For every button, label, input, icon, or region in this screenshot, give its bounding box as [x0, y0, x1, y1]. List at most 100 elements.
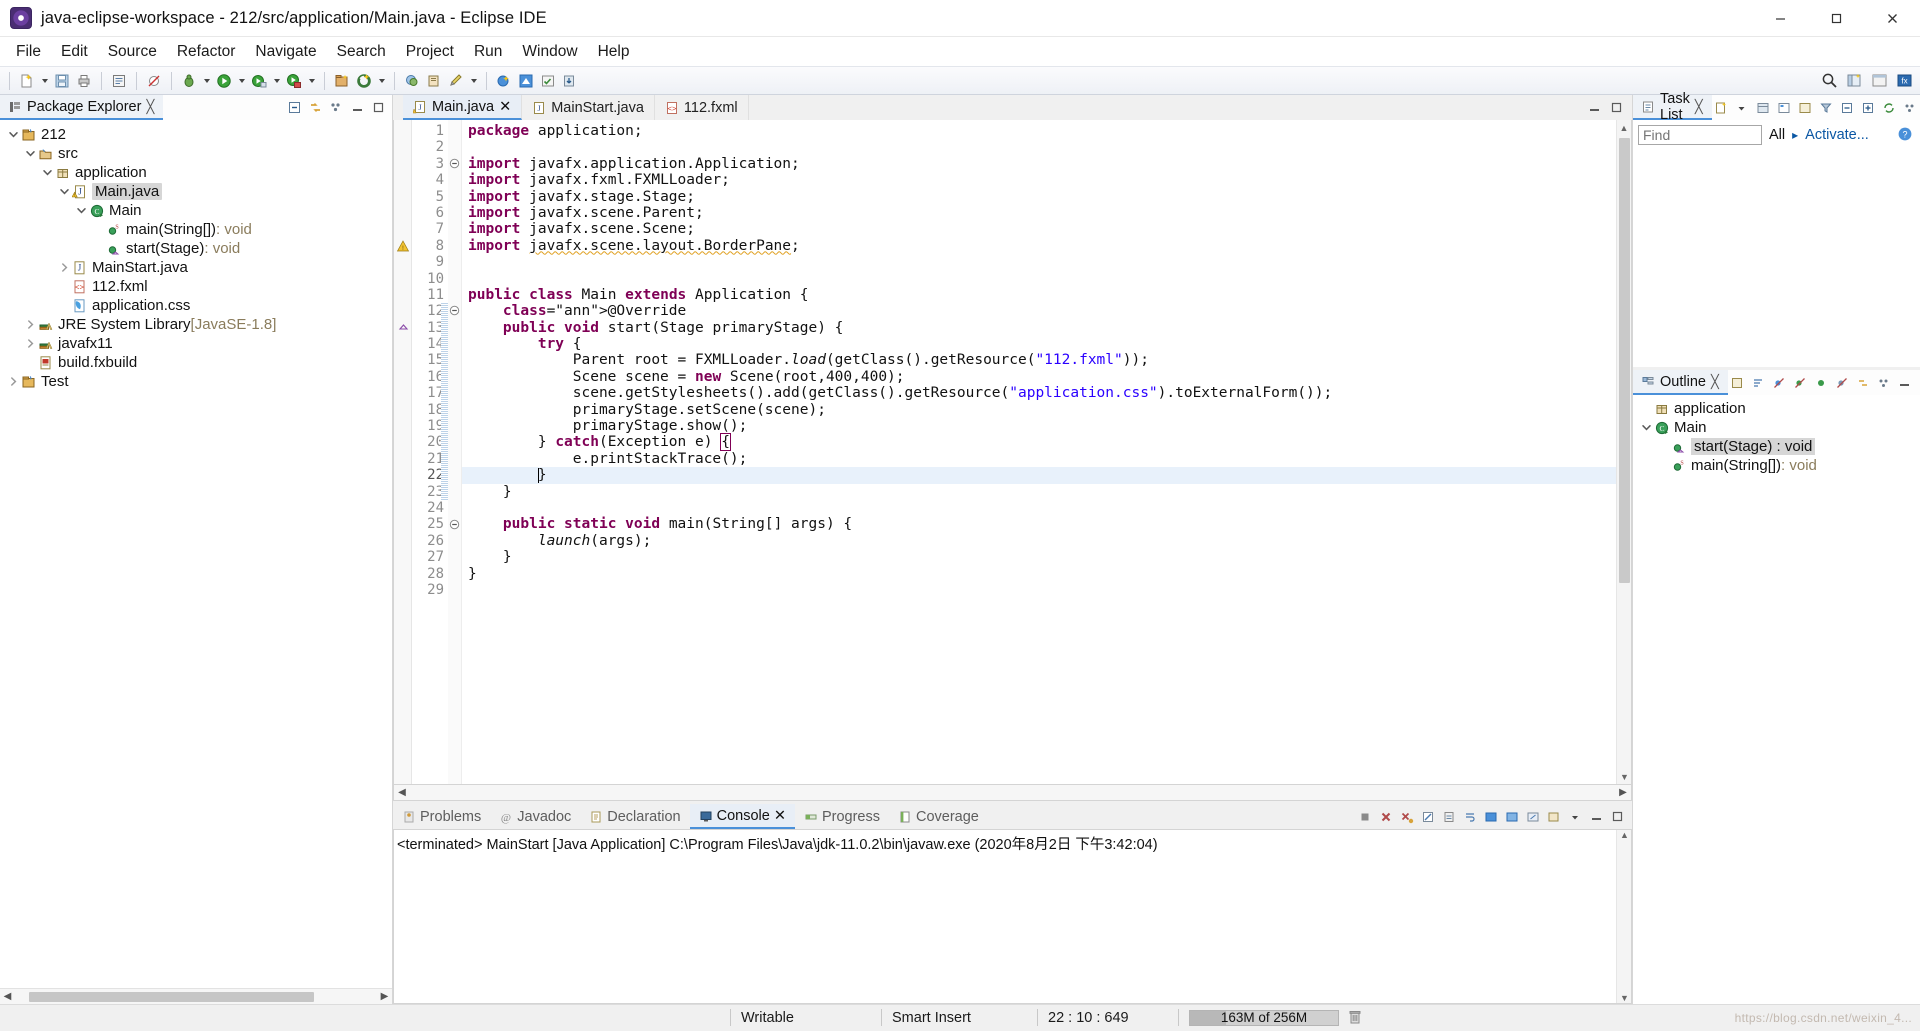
view-menu-icon[interactable]	[1901, 99, 1919, 117]
filter-icon[interactable]	[1817, 99, 1835, 117]
activate-link[interactable]: Activate...	[1805, 127, 1869, 143]
code-line[interactable]: } catch(Exception e) {	[462, 433, 1616, 452]
open-type-icon[interactable]	[402, 70, 422, 91]
folding-ruler[interactable]	[448, 120, 462, 784]
clear-console-icon[interactable]	[1419, 808, 1437, 826]
tree-item-build-fxbuild[interactable]: build.fxbuild	[0, 353, 392, 372]
memory-monitor[interactable]: 163M of 256M	[1179, 1005, 1375, 1031]
tab-javadoc[interactable]: @ Javadoc	[490, 804, 580, 829]
word-wrap-icon[interactable]	[1461, 808, 1479, 826]
synchronize-icon[interactable]	[1880, 99, 1898, 117]
scroll-down-icon[interactable]: ▼	[1617, 993, 1632, 1003]
code-line[interactable]: launch(args);	[462, 533, 1616, 549]
chevron-right-icon[interactable]	[57, 258, 71, 277]
scroll-right-icon[interactable]: ▶	[1615, 787, 1631, 798]
skip-breakpoints-icon[interactable]	[144, 70, 164, 91]
tab-problems[interactable]: Problems	[393, 804, 490, 829]
run-dropdown-icon[interactable]	[236, 70, 247, 91]
code-line[interactable]	[462, 271, 1616, 287]
console-vscrollbar[interactable]: ▲ ▼	[1616, 830, 1631, 1003]
code-line[interactable]: Scene scene = new Scene(root,400,400);	[462, 369, 1616, 385]
view-menu-icon[interactable]	[327, 99, 345, 117]
hide-fields-icon[interactable]	[1770, 374, 1788, 392]
code-line[interactable]: }	[462, 566, 1616, 582]
code-line[interactable]: scene.getStylesheets().add(getClass().ge…	[462, 385, 1616, 401]
javafx-perspective-icon[interactable]: fx	[1894, 70, 1914, 91]
menu-edit[interactable]: Edit	[51, 40, 98, 64]
open-console-icon[interactable]	[1545, 808, 1563, 826]
chevron-down-icon[interactable]	[23, 144, 37, 163]
menu-search[interactable]: Search	[327, 40, 396, 64]
code-line[interactable]	[462, 500, 1616, 516]
source-code[interactable]: package application; import javafx.appli…	[462, 120, 1616, 784]
close-icon[interactable]: ╳	[1711, 374, 1719, 390]
code-line[interactable]: public class Main extends Application {	[462, 287, 1616, 303]
tab-coverage[interactable]: Coverage	[889, 804, 988, 829]
menu-refactor[interactable]: Refactor	[167, 40, 246, 64]
open-resource-icon[interactable]	[424, 70, 444, 91]
chevron-down-icon[interactable]	[6, 125, 20, 144]
tab-task-list[interactable]: Task List ╳	[1633, 91, 1712, 123]
collapse-all-icon[interactable]	[1838, 99, 1856, 117]
java-perspective-icon[interactable]	[1869, 70, 1889, 91]
chevron-down-icon[interactable]	[40, 163, 54, 182]
editor-text-area[interactable]: ! 1 2 3 4 5 6 7 8 9 10 11 12 13 14 15 16 17 18 19 20 21 22 23 2…	[393, 120, 1632, 785]
view-menu-icon[interactable]	[1875, 374, 1893, 392]
scroll-up-icon[interactable]: ▲	[1617, 830, 1632, 840]
close-icon[interactable]: ╳	[1695, 99, 1703, 115]
scroll-down-icon[interactable]: ▼	[1617, 769, 1632, 784]
categorize-icon[interactable]	[1754, 99, 1772, 117]
code-line[interactable]: import javafx.scene.Scene;	[462, 221, 1616, 237]
tree-item-112-fxml[interactable]: <> 112.fxml	[0, 277, 392, 296]
save-icon[interactable]	[52, 70, 72, 91]
tree-item-application[interactable]: application	[0, 163, 392, 182]
editor-hscrollbar[interactable]: ◀ ▶	[393, 785, 1632, 801]
editor-tab-main-java[interactable]: J Main.java ✕	[403, 95, 523, 120]
validate-icon[interactable]	[538, 70, 558, 91]
hscroll-thumb[interactable]	[29, 991, 314, 1002]
debug-dropdown-icon[interactable]	[201, 70, 212, 91]
fold-collapse-icon[interactable]	[449, 158, 461, 170]
tree-item-main-string[interactable]: Smain(String[]) : void	[0, 220, 392, 239]
code-line[interactable]: }	[462, 549, 1616, 565]
package-explorer-hscrollbar[interactable]: ◀ ▶	[0, 988, 392, 1004]
code-line[interactable]: primaryStage.setScene(scene);	[462, 402, 1616, 418]
code-line[interactable]: }	[462, 484, 1616, 500]
code-line[interactable]: import javafx.scene.layout.BorderPane;	[462, 238, 1616, 254]
code-line[interactable]	[462, 582, 1616, 598]
close-icon[interactable]: ╳	[146, 99, 154, 115]
print-icon[interactable]	[74, 70, 94, 91]
new-task-icon[interactable]	[1712, 99, 1730, 117]
garbage-collect-icon[interactable]	[1347, 1009, 1365, 1027]
tree-item-mainstart-java[interactable]: J MainStart.java	[0, 258, 392, 277]
sort-icon[interactable]	[1749, 374, 1767, 392]
outline-item-application[interactable]: application	[1633, 399, 1920, 418]
pin-console-icon[interactable]	[1503, 808, 1521, 826]
console-dropdown-icon[interactable]	[1566, 808, 1584, 826]
new-package-dropdown-icon[interactable]	[376, 70, 387, 91]
code-line[interactable]: try {	[462, 336, 1616, 352]
tab-progress[interactable]: Progress	[795, 804, 889, 829]
tab-declaration[interactable]: Declaration	[580, 804, 689, 829]
maximize-icon[interactable]	[1608, 100, 1624, 116]
code-line[interactable]: e.printStackTrace();	[462, 451, 1616, 467]
outline-tree[interactable]: application C Main start(Stage) : void Smain…	[1633, 395, 1920, 1004]
minimize-icon[interactable]	[1587, 808, 1605, 826]
tree-item-start-stage[interactable]: start(Stage) : void	[0, 239, 392, 258]
focus-icon[interactable]	[1728, 374, 1746, 392]
new-java-project-icon[interactable]	[332, 70, 352, 91]
close-icon[interactable]: ✕	[774, 808, 786, 824]
maximize-icon[interactable]	[1608, 808, 1626, 826]
terminate-icon[interactable]	[1356, 808, 1374, 826]
chevron-down-icon[interactable]	[57, 182, 71, 201]
expand-all-icon[interactable]	[1859, 99, 1877, 117]
menu-navigate[interactable]: Navigate	[245, 40, 326, 64]
maximize-icon[interactable]	[369, 99, 387, 117]
show-console-icon[interactable]	[1482, 808, 1500, 826]
code-line[interactable]: class="ann">@Override	[462, 303, 1616, 319]
minimize-button[interactable]	[1752, 0, 1808, 37]
task-filter-all[interactable]: All	[1769, 127, 1785, 143]
minimize-icon[interactable]	[1586, 100, 1602, 116]
display-selected-console-icon[interactable]	[1524, 808, 1542, 826]
minimize-icon[interactable]	[348, 99, 366, 117]
